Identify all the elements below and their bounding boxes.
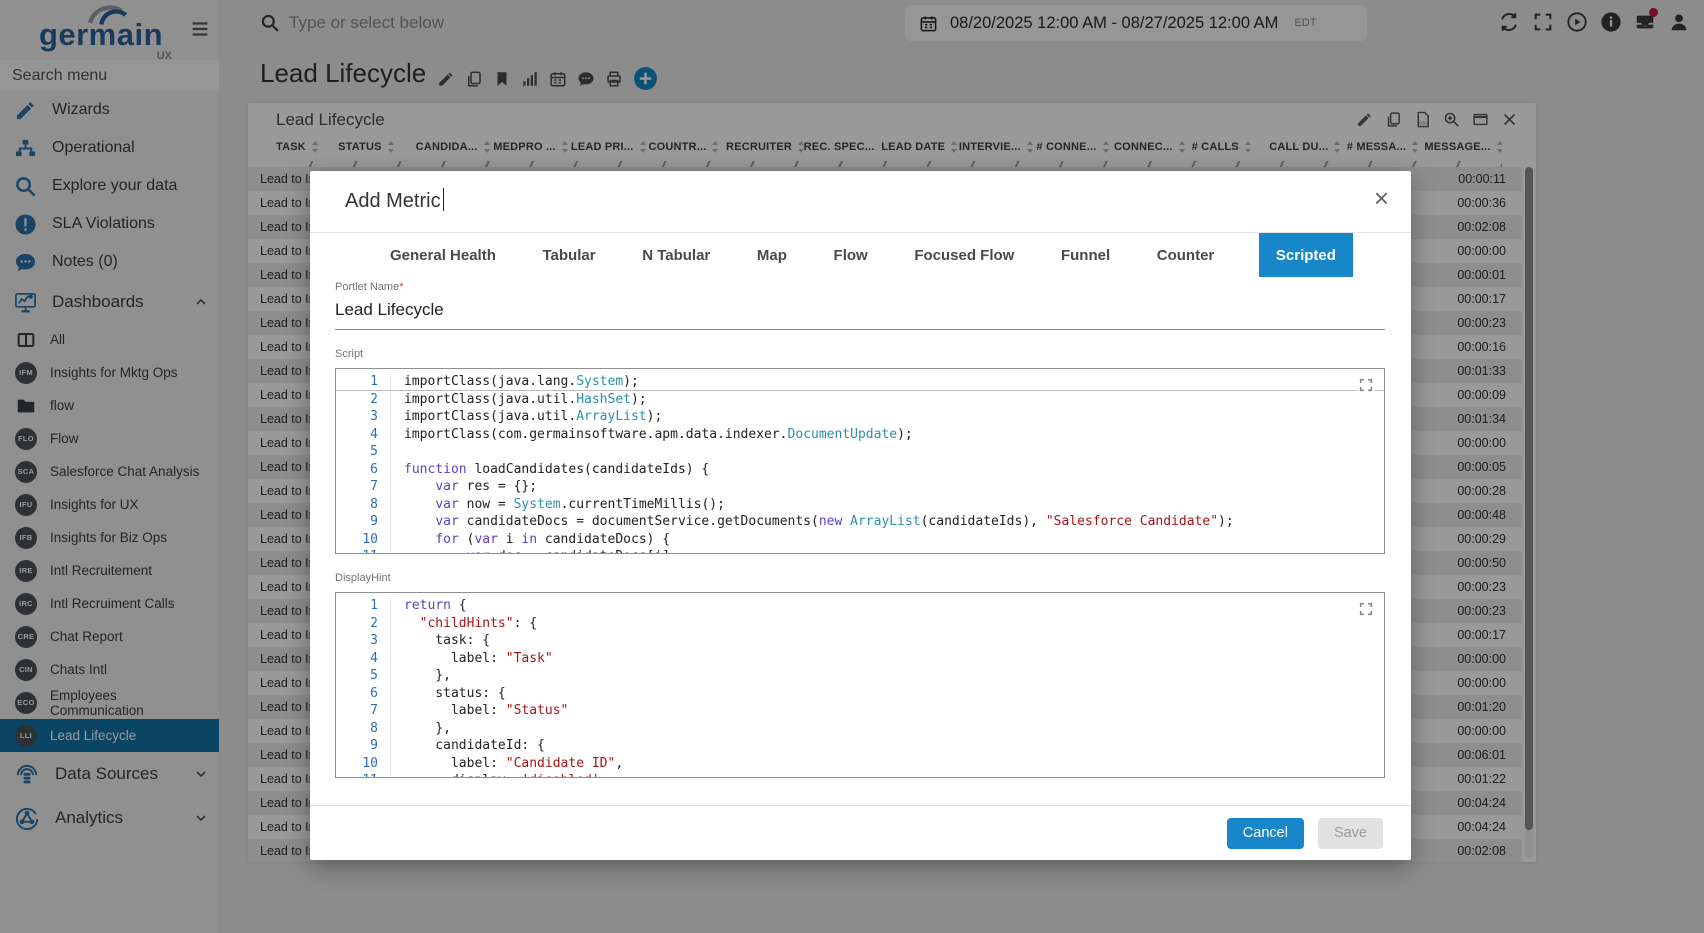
code-text: for (var i in candidateDocs) {	[390, 530, 1384, 548]
tab-funnel[interactable]: Funnel	[1059, 233, 1112, 277]
displayhint-editor[interactable]: 1 return {2 "childHints": {3 task: {4 lab…	[335, 592, 1385, 778]
expand-icon[interactable]	[1358, 377, 1374, 393]
line-number: 2	[370, 615, 378, 631]
code-text: label: "Candidate ID",	[390, 754, 1384, 772]
text-caret	[442, 188, 444, 211]
line-number: 3	[370, 409, 378, 424]
close-icon[interactable]: ×	[1374, 185, 1389, 211]
code-line: 4 label: "Task"	[336, 649, 1384, 667]
line-number: 1	[370, 598, 378, 613]
line-number: 1	[370, 374, 378, 389]
line-number: 10	[362, 531, 378, 547]
required-mark: *	[399, 281, 404, 293]
code-text: return {	[390, 597, 1384, 615]
code-text: candidateId: {	[390, 737, 1384, 755]
code-line: 2 "childHints": {	[336, 614, 1384, 632]
code-text: label: "Task"	[390, 649, 1384, 667]
code-text: importClass(java.lang.System);	[390, 373, 1384, 390]
code-line: 11 display: 'disabled'	[336, 772, 1384, 777]
code-line: 9 var candidateDocs = documentService.ge…	[336, 513, 1384, 531]
line-number: 3	[370, 633, 378, 648]
add-metric-modal: Add Metric × General Health Tabular N Tabu…	[310, 171, 1411, 860]
line-number: 8	[370, 720, 378, 736]
code-line: 9 candidateId: {	[336, 737, 1384, 755]
code-line: 5 },	[336, 667, 1384, 685]
metric-type-tabs: General Health Tabular N Tabular Map Flow Foc…	[310, 233, 1411, 277]
code-text: var now = System.currentTimeMillis();	[390, 495, 1384, 513]
line-number: 4	[370, 426, 378, 442]
code-text: label: "Status"	[390, 702, 1384, 720]
code-line: 5	[336, 443, 1384, 461]
line-number: 4	[370, 650, 378, 666]
code-line: 4 importClass(com.germainsoftware.apm.dat…	[336, 425, 1384, 443]
code-text: var candidateDocs = documentService.getD…	[390, 513, 1384, 531]
modal-body: Portlet Name* Lead Lifecycle Script 1 imp…	[335, 277, 1385, 778]
line-number: 5	[370, 668, 378, 683]
modal-header: Add Metric ×	[310, 171, 1411, 233]
modal-footer: Cancel Save	[310, 805, 1411, 860]
code-line: 3 importClass(java.util.ArrayList);	[336, 408, 1384, 426]
code-text: var res = {};	[390, 478, 1384, 496]
save-button[interactable]: Save	[1317, 817, 1383, 849]
line-number: 10	[362, 755, 378, 771]
line-number: 11	[336, 772, 390, 777]
code-text: var doc = candidateDocs[i];	[390, 548, 1384, 553]
line-number: 9	[370, 514, 378, 529]
line-number: 6	[370, 685, 378, 701]
modal-title[interactable]: Add Metric	[345, 188, 444, 213]
line-number: 11	[336, 548, 390, 553]
tab-counter[interactable]: Counter	[1155, 233, 1217, 277]
code-line: 10 for (var i in candidateDocs) {	[336, 530, 1384, 548]
code-line: 6 function loadCandidates(candidateIds) {	[336, 460, 1384, 478]
line-number: 6	[370, 461, 378, 477]
portlet-name-field[interactable]: Lead Lifecycle	[335, 293, 1385, 330]
code-line: 7 label: "Status"	[336, 702, 1384, 720]
tab-scripted[interactable]: Scripted	[1258, 233, 1353, 277]
script-label: Script	[335, 348, 364, 360]
code-line: 7 var res = {};	[336, 478, 1384, 496]
displayhint-label: DisplayHint	[335, 572, 391, 584]
code-line: 10 label: "Candidate ID",	[336, 754, 1384, 772]
line-number: 5	[370, 444, 378, 459]
code-text: status: {	[390, 684, 1384, 702]
code-line: 8 },	[336, 719, 1384, 737]
code-line: 1 return {	[336, 597, 1384, 615]
code-text: task: {	[390, 632, 1384, 650]
tab-general-health[interactable]: General Health	[388, 233, 498, 277]
code-text: importClass(java.util.ArrayList);	[390, 408, 1384, 426]
tab-focused-flow[interactable]: Focused Flow	[912, 233, 1016, 277]
code-line: 3 task: {	[336, 632, 1384, 650]
code-line: 6 status: {	[336, 684, 1384, 702]
line-number: 9	[370, 738, 378, 753]
code-text: },	[390, 667, 1384, 685]
code-text	[390, 443, 1384, 461]
code-text: },	[390, 719, 1384, 737]
code-line: 8 var now = System.currentTimeMillis();	[336, 495, 1384, 513]
code-text: importClass(com.germainsoftware.apm.data…	[390, 425, 1384, 443]
code-text: "childHints": {	[390, 614, 1384, 632]
tab-flow[interactable]: Flow	[832, 233, 870, 277]
tab-tabular[interactable]: Tabular	[541, 233, 598, 277]
code-line: 1 importClass(java.lang.System);	[336, 373, 1384, 391]
code-text: function loadCandidates(candidateIds) {	[390, 460, 1384, 478]
line-number: 7	[370, 703, 378, 718]
code-line: 2 importClass(java.util.HashSet);	[336, 390, 1384, 408]
code-text: importClass(java.util.HashSet);	[390, 390, 1384, 408]
expand-icon[interactable]	[1358, 601, 1374, 617]
code-line: 11 var doc = candidateDocs[i];	[336, 548, 1384, 553]
line-number: 7	[370, 479, 378, 494]
script-editor[interactable]: 1 importClass(java.lang.System); 2 importCl…	[335, 368, 1385, 554]
cancel-button[interactable]: Cancel	[1226, 817, 1304, 849]
line-number: 2	[370, 391, 378, 407]
code-text: display: 'disabled'	[390, 772, 1384, 777]
tab-n-tabular[interactable]: N Tabular	[640, 233, 712, 277]
portlet-name-label: Portlet Name*	[335, 281, 404, 293]
line-number: 8	[370, 496, 378, 512]
tab-map[interactable]: Map	[755, 233, 789, 277]
